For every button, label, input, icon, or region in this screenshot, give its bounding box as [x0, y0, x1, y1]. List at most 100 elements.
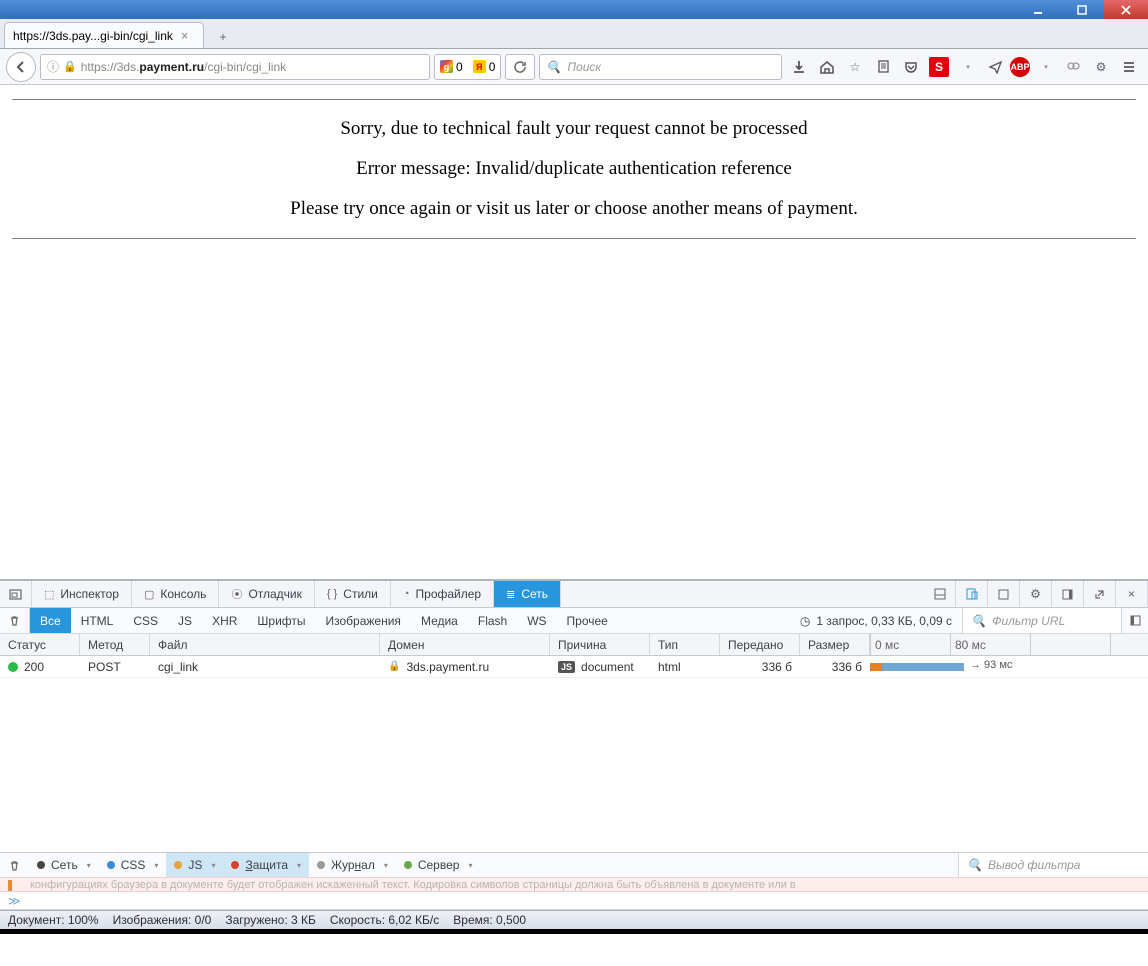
bottom-border [0, 929, 1148, 934]
console-warning-row[interactable]: конфигурациях браузера в документе будет… [0, 877, 1148, 892]
bookmark-star-icon[interactable]: ☆ [842, 54, 868, 80]
adblock-icon[interactable]: ABP [1010, 57, 1030, 77]
settings-gear-icon[interactable]: ⚙ [1088, 54, 1114, 80]
warning-text: конфигурациях браузера в документе будет… [30, 879, 796, 891]
status-images: Изображения: 0/0 [113, 913, 212, 927]
reload-button[interactable] [505, 54, 535, 80]
devtools: ⬚Инспектор ▢Консоль ⦿Отладчик { }Стили ◔… [0, 579, 1148, 910]
devtools-tab-debugger[interactable]: ⦿Отладчик [219, 581, 314, 607]
hamburger-menu-icon[interactable] [1116, 54, 1142, 80]
console-clear-button[interactable] [0, 853, 29, 877]
styles-icon: { } [327, 588, 337, 600]
filter-media[interactable]: Медиа [411, 608, 468, 633]
devtools-tab-console[interactable]: ▢Консоль [132, 581, 220, 607]
devtools-tab-network[interactable]: ≣Сеть [494, 581, 561, 607]
devtools-tab-inspector[interactable]: ⬚Инспектор [32, 581, 132, 607]
filter-js[interactable]: JS [168, 608, 202, 633]
waterfall-label: → 93 мс [970, 659, 1012, 671]
back-button[interactable] [6, 52, 36, 82]
google-indicator[interactable]: g0 [435, 60, 468, 74]
network-details-toggle[interactable] [1122, 614, 1148, 627]
search-bar[interactable]: 🔍 Поиск [539, 54, 782, 80]
extension-s-dropdown[interactable] [954, 54, 980, 80]
network-clear-button[interactable] [0, 608, 30, 633]
devtools-scratchpad-icon[interactable] [988, 581, 1020, 607]
extension-s-icon[interactable]: S [929, 57, 949, 77]
devtools-dock-icon[interactable] [1052, 581, 1084, 607]
col-method[interactable]: Метод [80, 634, 150, 655]
console-filter-security[interactable]: Защита▾ [223, 853, 309, 877]
filter-all[interactable]: Все [30, 608, 71, 633]
network-icon: ≣ [506, 588, 515, 601]
col-file[interactable]: Файл [150, 634, 380, 655]
filter-images[interactable]: Изображения [316, 608, 411, 633]
pocket-icon[interactable] [898, 54, 924, 80]
filter-flash[interactable]: Flash [468, 608, 517, 633]
cell-status: 200 [0, 656, 80, 677]
filter-fonts[interactable]: Шрифты [247, 608, 315, 633]
divider [12, 99, 1136, 100]
extension-generic-icon[interactable] [1060, 54, 1086, 80]
search-engine-indicators[interactable]: g0 Я0 [434, 54, 501, 80]
search-icon: 🔍 [546, 60, 561, 74]
devtools-tab-profiler[interactable]: ◔Профайлер [391, 581, 494, 607]
network-filter-input[interactable]: 🔍Фильтр URL [962, 608, 1122, 633]
prompt-chevron-icon: ≫ [8, 894, 21, 908]
browser-tab[interactable]: https://3ds.pay...gi-bin/cgi_link × [4, 22, 204, 48]
table-row[interactable]: 200 POST cgi_link 🔒3ds.payment.ru JSdocu… [0, 656, 1148, 678]
devtools-popout-icon[interactable] [1084, 581, 1116, 607]
window-maximize-button[interactable] [1060, 0, 1104, 19]
info-icon[interactable]: ⓘ [47, 58, 59, 75]
js-badge-icon: JS [558, 661, 575, 673]
console-filter-css[interactable]: CSS▾ [99, 853, 167, 877]
divider [12, 238, 1136, 239]
devtools-responsive-icon[interactable] [956, 581, 988, 607]
lock-icon: 🔒 [63, 60, 77, 73]
col-cause[interactable]: Причина [550, 634, 650, 655]
home-icon[interactable] [814, 54, 840, 80]
url-bar[interactable]: ⓘ 🔒 https://3ds.payment.ru/cgi-bin/cgi_l… [40, 54, 430, 80]
console-prompt[interactable]: ≫ [0, 892, 1148, 910]
error-hint: Please try once again or visit us later … [12, 198, 1136, 220]
filter-other[interactable]: Прочее [557, 608, 618, 633]
window-close-button[interactable] [1104, 0, 1148, 19]
waterfall-wait-bar [882, 663, 964, 671]
col-size[interactable]: Размер [800, 634, 870, 655]
devtools-close-icon[interactable]: × [1116, 581, 1148, 607]
status-time: Время: 0,500 [453, 913, 526, 927]
console-filter-toolbar: Сеть▾ CSS▾ JS▾ Защита▾ Журнал▾ Сервер▾ 🔍… [0, 852, 1148, 877]
col-domain[interactable]: Домен [380, 634, 550, 655]
reader-icon[interactable] [870, 54, 896, 80]
window-minimize-button[interactable] [1016, 0, 1060, 19]
console-output-filter[interactable]: 🔍Вывод фильтра [958, 853, 1148, 877]
url-text: https://3ds.payment.ru/cgi-bin/cgi_link [81, 60, 286, 74]
send-icon[interactable] [982, 54, 1008, 80]
devtools-split-console-icon[interactable] [924, 581, 956, 607]
cell-file: cgi_link [150, 656, 380, 677]
adblock-dropdown[interactable] [1032, 54, 1058, 80]
tab-close-icon[interactable]: × [181, 28, 189, 43]
new-tab-button[interactable]: + [210, 26, 236, 48]
status-bar: Документ: 100% Изображения: 0/0 Загружен… [0, 910, 1148, 929]
devtools-tab-styles[interactable]: { }Стили [315, 581, 391, 607]
console-filter-log[interactable]: Журнал▾ [309, 853, 396, 877]
cell-transferred: 336 б [720, 656, 800, 677]
col-status[interactable]: Статус [0, 634, 80, 655]
cell-type: html [650, 656, 720, 677]
devtools-iframe-picker[interactable] [0, 581, 32, 607]
devtools-settings-icon[interactable]: ⚙ [1020, 581, 1052, 607]
filter-ws[interactable]: WS [517, 608, 556, 633]
col-transferred[interactable]: Передано [720, 634, 800, 655]
yandex-indicator[interactable]: Я0 [468, 60, 501, 74]
downloads-icon[interactable] [786, 54, 812, 80]
console-filter-server[interactable]: Сервер▾ [396, 853, 481, 877]
col-timeline[interactable]: 0 мс 80 мс [870, 634, 1148, 655]
filter-xhr[interactable]: XHR [202, 608, 247, 633]
console-filter-net[interactable]: Сеть▾ [29, 853, 99, 877]
col-type[interactable]: Тип [650, 634, 720, 655]
filter-html[interactable]: HTML [71, 608, 124, 633]
inspector-icon: ⬚ [44, 588, 54, 601]
network-filter-bar: Все HTML CSS JS XHR Шрифты Изображения М… [0, 608, 1148, 634]
console-filter-js[interactable]: JS▾ [166, 853, 223, 877]
filter-css[interactable]: CSS [123, 608, 168, 633]
